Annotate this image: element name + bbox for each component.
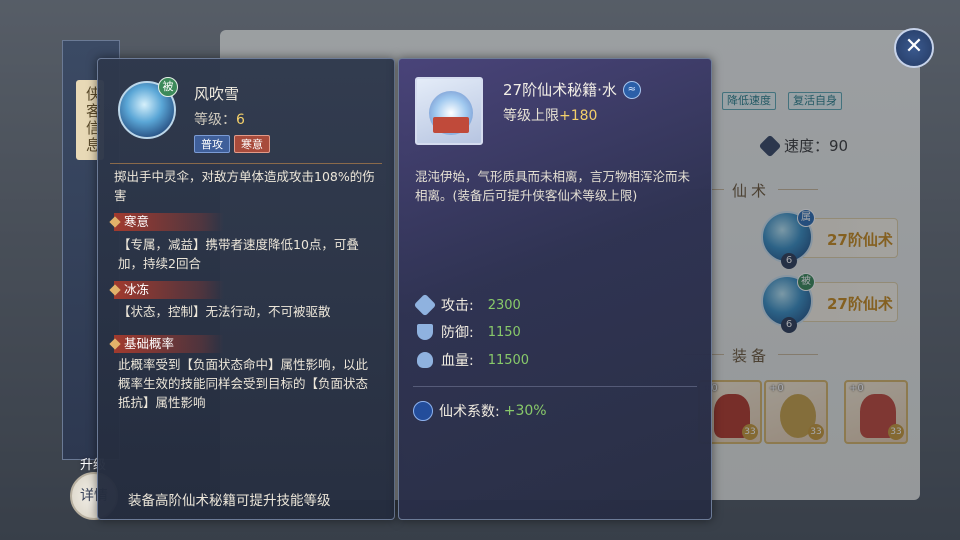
stat-label: 防御: [441,325,474,341]
item-level-cap: 等级上限+180 [503,105,597,125]
water-icon: ≈ [622,80,641,99]
stat-label: 攻击: [441,298,474,314]
effect-title-base-chance: 基础概率 [114,335,224,353]
effect-body-chill: 【专属，减益】携带者速度降低10点，可叠加，持续2回合 [118,237,359,271]
skill-level: 等级：6 [194,109,245,129]
book-icon [433,117,469,133]
skill-level-label: 等级： [194,112,236,128]
level-cap-value: +180 [559,108,598,124]
stat-value: 1150 [487,324,521,340]
attack-stat: 攻击: 2300 [413,293,521,317]
spell-book-icon [415,77,483,145]
passive-badge: 被 [158,77,178,97]
coefficient-value: +30% [503,403,547,419]
coefficient-label: 仙术系数: [439,404,500,420]
stat-label: 血量: [441,353,474,369]
divider [110,163,382,164]
divider [413,386,697,387]
heart-icon [417,352,433,368]
item-title-row: 27阶仙术秘籍·水 ≈ [503,79,641,100]
effect-title-chill: 寒意 [114,213,224,231]
effect-body-freeze: 【状态，控制】无法行动，不可被驱散 [118,304,331,319]
item-detail-popup: 27阶仙术秘籍·水 ≈ 等级上限+180 混沌伊始，气形质具而未相离，言万物相浑… [398,58,712,520]
effect-body-base-chance: 此概率受到【负面状态命中】属性影响，以此概率生效的技能同样会受到目标的【负面状态… [118,357,369,410]
effect-title-freeze: 冰冻 [114,281,224,299]
skill-tags: 普攻 寒意 [194,135,270,153]
skill-level-value: 6 [236,112,245,128]
level-cap-label: 等级上限 [503,108,559,124]
shield-icon [417,324,433,340]
chill-tag: 寒意 [234,135,270,153]
item-title: 27阶仙术秘籍·水 [503,81,617,99]
spell-coefficient: 仙术系数: +30% [413,401,547,421]
close-button[interactable]: ✕ [894,28,934,68]
defense-stat: 防御: 1150 [417,322,521,342]
hp-stat: 血量: 11500 [417,350,529,370]
skill-footer-hint: 装备高阶仙术秘籍可提升技能等级 [128,493,331,509]
stat-value: 2300 [487,297,521,313]
skill-name: 风吹雪 [194,85,240,103]
skill-detail-popup: 被 风吹雪 等级：6 普攻 寒意 掷出手中灵伞，对敌方单体造成攻击108%的伤害… [97,58,395,520]
skill-description: 掷出手中灵伞，对敌方单体造成攻击108%的伤害 [114,169,375,203]
normal-attack-tag: 普攻 [194,135,230,153]
flame-icon [413,401,433,421]
stat-value: 11500 [487,352,530,368]
item-description: 混沌伊始，气形质具而未相离，言万物相浑沦而未相离。(装备后可提升侠客仙术等级上限… [415,169,691,203]
attack-icon [413,293,437,317]
